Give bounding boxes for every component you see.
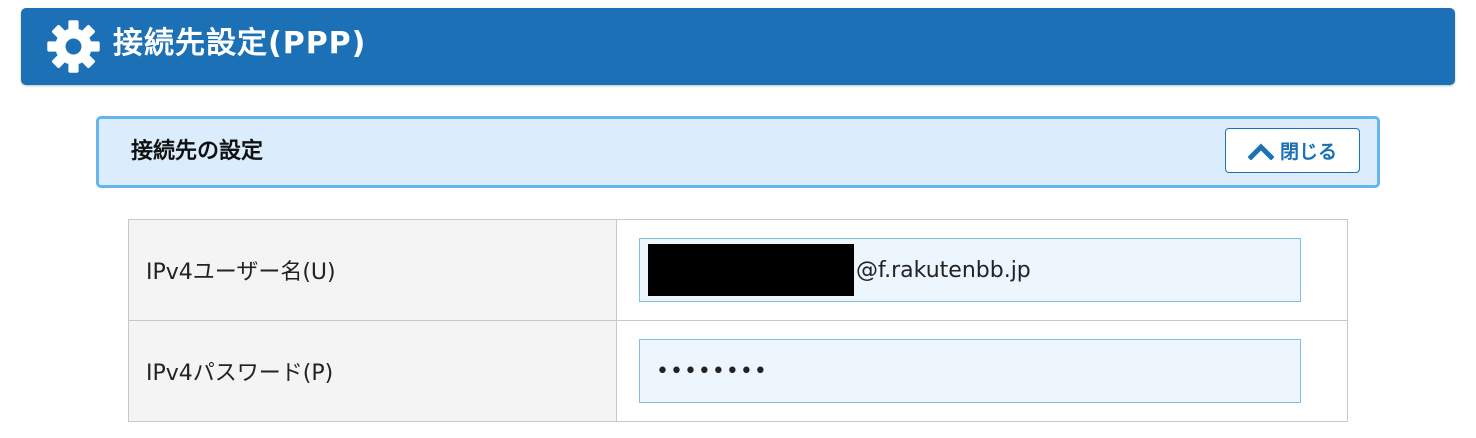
username-row: IPv4ユーザー名(U) @f.rakutenbb.jp (128, 219, 1348, 321)
username-label: IPv4ユーザー名(U) (128, 219, 617, 321)
page-title: 接続先設定(PPP) (113, 26, 367, 61)
section-title: 接続先の設定 (131, 139, 264, 164)
password-input[interactable]: •••••••• (639, 339, 1301, 403)
password-label: IPv4パスワード(P) (128, 320, 617, 422)
username-input[interactable]: @f.rakutenbb.jp (639, 238, 1301, 302)
close-button[interactable]: 閉じる (1225, 128, 1360, 173)
redacted-username (648, 244, 854, 296)
close-button-label: 閉じる (1279, 142, 1337, 163)
password-mask: •••••••• (656, 358, 768, 384)
settings-table: IPv4ユーザー名(U) @f.rakutenbb.jp IPv4パスワード(P… (128, 219, 1348, 422)
password-cell: •••••••• (616, 320, 1348, 422)
page-header: 接続先設定(PPP) (21, 8, 1455, 85)
username-domain-suffix: @f.rakutenbb.jp (856, 257, 1031, 283)
chevron-up-icon (1247, 142, 1274, 160)
gear-icon (45, 18, 102, 75)
section-header: 接続先の設定 閉じる (96, 116, 1380, 188)
username-cell: @f.rakutenbb.jp (616, 219, 1348, 321)
password-row: IPv4パスワード(P) •••••••• (128, 320, 1348, 422)
